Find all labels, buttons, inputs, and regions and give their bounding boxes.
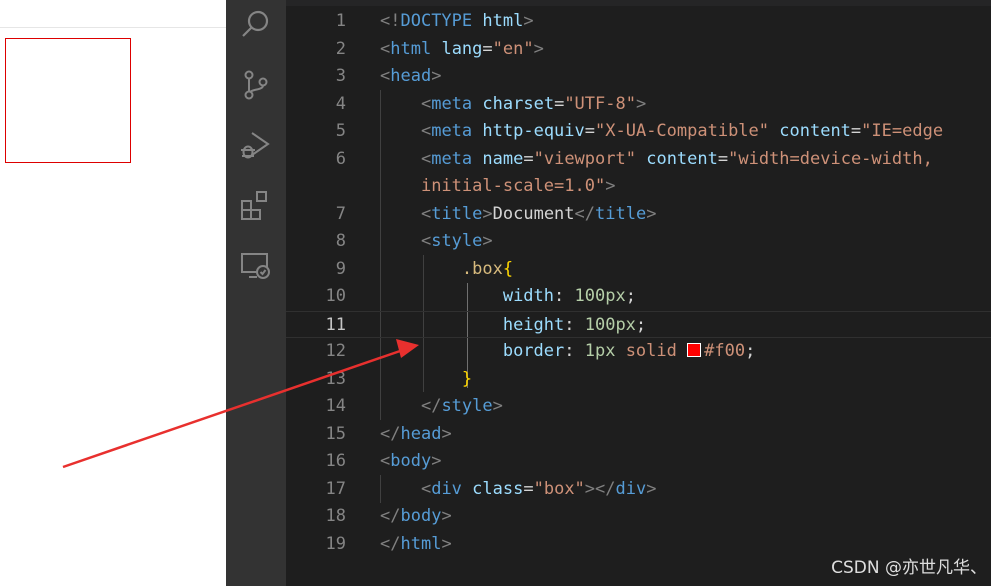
code-text: </body>	[380, 506, 452, 526]
code-line: 14 </style>	[286, 393, 991, 421]
code-text: <head>	[380, 66, 442, 86]
extensions-icon[interactable]	[239, 188, 273, 222]
code-editor[interactable]: 1 <!DOCTYPE html> 2 <html lang="en"> 3 <…	[286, 0, 991, 586]
code-line: 10 width: 100px;	[286, 283, 991, 311]
line-number: 19	[325, 533, 346, 554]
code-text: </html>	[380, 533, 452, 554]
code-line: 5 <meta http-equiv="X-UA-Compatible" con…	[286, 118, 991, 146]
line-number: 4	[335, 93, 346, 114]
code-line: 17 <div class="box"></div>	[286, 476, 991, 504]
code-text: </style>	[420, 396, 503, 416]
line-number: 18	[325, 506, 346, 526]
run-debug-icon[interactable]	[239, 128, 273, 162]
code-text: <meta charset="UTF-8">	[420, 93, 647, 114]
line-number: 9	[335, 258, 346, 279]
code-text: <body>	[380, 451, 442, 471]
code-text: height: 100px;	[502, 314, 647, 335]
line-number: 5	[335, 121, 346, 141]
remote-explorer-icon[interactable]	[239, 248, 273, 282]
code-text: </head>	[380, 423, 452, 444]
csdn-watermark: CSDN @亦世凡华、	[831, 558, 987, 578]
source-control-icon[interactable]	[239, 68, 273, 102]
activity-bar	[226, 0, 286, 586]
preview-top-border	[0, 27, 226, 28]
code-line: 9 .box{	[286, 256, 991, 284]
line-number: 7	[335, 203, 346, 224]
code-line-current: 11 height: 100px;	[286, 310, 991, 338]
code-line: 4 <meta charset="UTF-8">	[286, 91, 991, 119]
line-number: 16	[325, 451, 346, 471]
code-line-wrapped: initial-scale=1.0">	[286, 173, 991, 201]
code-line: 18 </body>	[286, 503, 991, 531]
search-icon[interactable]	[239, 8, 273, 42]
line-number: 13	[325, 368, 346, 389]
line-number: 15	[325, 423, 346, 444]
code-line: 7 <title>Document</title>	[286, 201, 991, 229]
browser-preview-pane	[0, 0, 226, 586]
line-number: 14	[325, 396, 346, 416]
rendered-box	[5, 38, 131, 163]
code-text: }	[461, 368, 473, 389]
code-line: 16 <body>	[286, 448, 991, 476]
line-number: 17	[325, 478, 346, 499]
line-number-active: 11	[325, 314, 346, 335]
code-line: 13 }	[286, 366, 991, 394]
code-text: <style>	[420, 231, 493, 251]
code-text: initial-scale=1.0">	[420, 176, 616, 196]
code-text: border: 1px solid #f00;	[502, 341, 756, 361]
editor-tab-strip	[286, 0, 991, 6]
code-line: 3 <head>	[286, 63, 991, 91]
line-number: 8	[335, 231, 346, 251]
code-text: <title>Document</title>	[420, 203, 657, 224]
code-text: <meta name="viewport" content="width=dev…	[420, 148, 933, 169]
code-text: <!DOCTYPE html>	[380, 11, 534, 31]
code-line: 12 border: 1px solid #f00;	[286, 338, 991, 366]
code-line: 6 <meta name="viewport" content="width=d…	[286, 146, 991, 174]
line-number: 6	[335, 148, 346, 169]
code-line: 15 </head>	[286, 421, 991, 449]
code-text: .box{	[461, 258, 514, 279]
code-text: <div class="box"></div>	[420, 478, 657, 499]
code-text: <html lang="en">	[380, 38, 544, 59]
line-number: 10	[325, 286, 346, 306]
code-line: 8 <style>	[286, 228, 991, 256]
line-number: 12	[325, 341, 346, 361]
line-number: 1	[335, 11, 346, 31]
code-line: 2 <html lang="en">	[286, 36, 991, 64]
code-text: <meta http-equiv="X-UA-Compatible" conte…	[420, 121, 944, 141]
code-text: width: 100px;	[502, 286, 636, 306]
line-number: 2	[335, 38, 346, 59]
color-swatch[interactable]	[687, 343, 702, 357]
line-number: 3	[335, 66, 346, 86]
code-line: 1 <!DOCTYPE html>	[286, 8, 991, 36]
